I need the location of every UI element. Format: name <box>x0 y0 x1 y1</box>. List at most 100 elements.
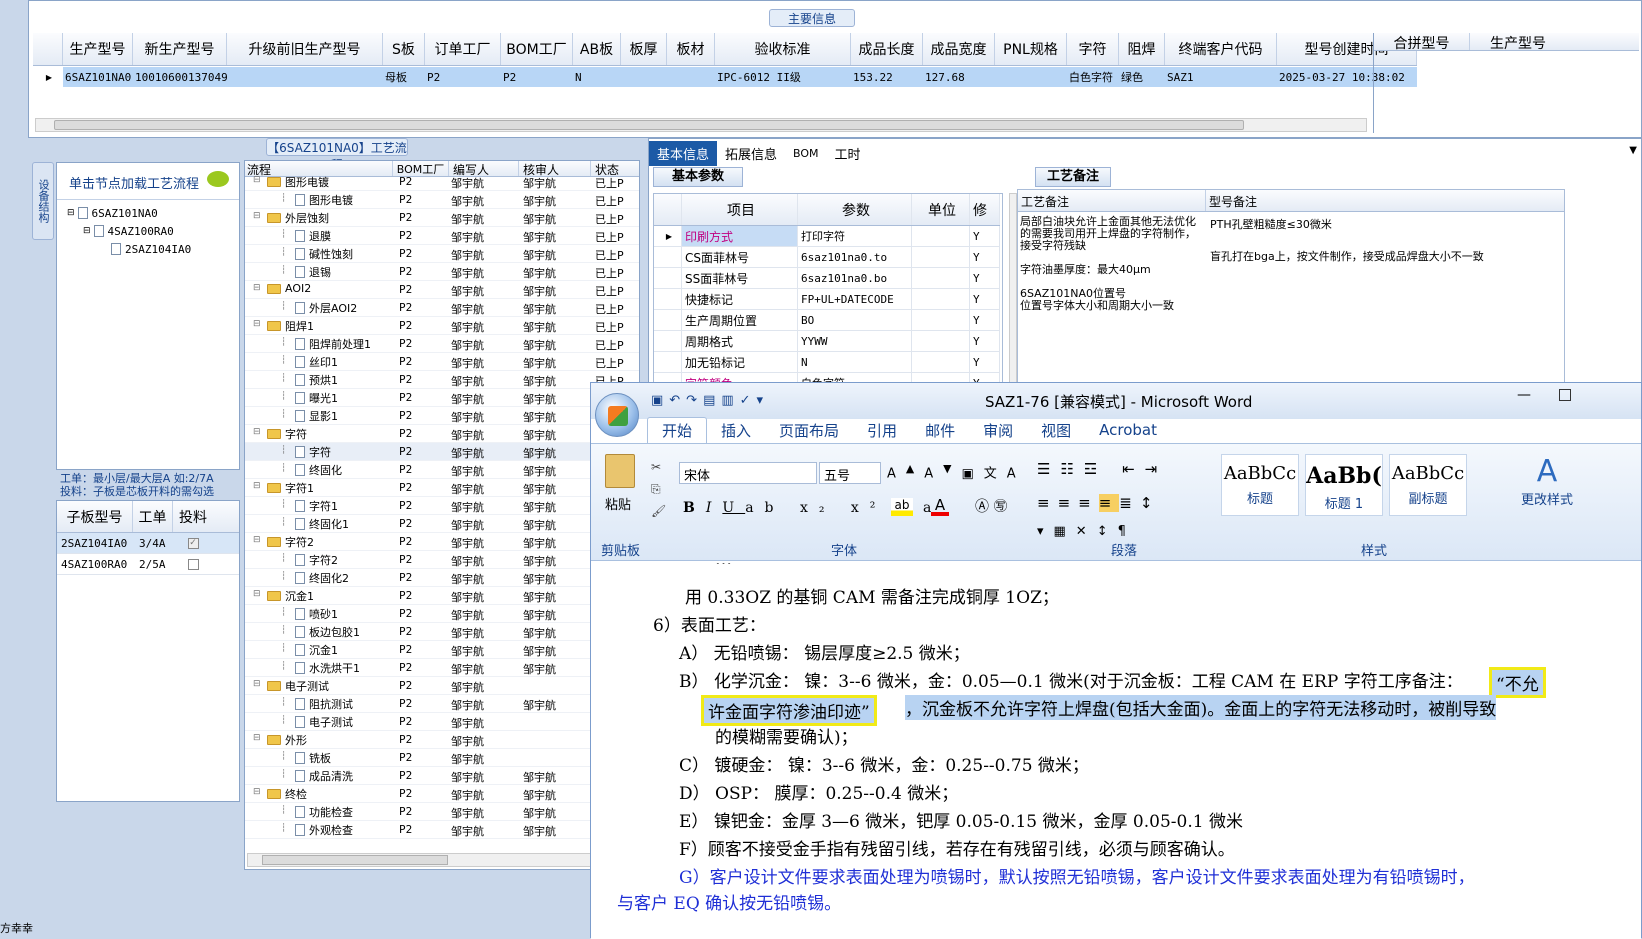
ribbon-tab[interactable]: Acrobat <box>1085 417 1171 443</box>
flow-row[interactable]: ⊟ 图形电镀 P2 邹宇航 邹宇航 已上P <box>245 173 639 191</box>
ribbon-tab[interactable]: 引用 <box>853 417 911 443</box>
flow-row[interactable]: ┆字符1P2邹宇航邹宇航已上P <box>245 497 639 515</box>
char-shading-icon[interactable]: Ⓐ ㊢ <box>975 496 1007 516</box>
column-header[interactable]: 生产型号 <box>63 33 133 65</box>
ribbon-tab[interactable]: 视图 <box>1027 417 1085 443</box>
ribbon-tab[interactable]: 页面布局 <box>765 417 853 443</box>
flow-row[interactable]: ┆预烘1P2邹宇航邹宇航已上P <box>245 371 639 389</box>
minimize-button[interactable]: — <box>1517 387 1531 403</box>
column-header[interactable]: 验收标准 <box>715 33 851 65</box>
flow-row[interactable]: ┆ 外层AOI2 P2 邹宇航 邹宇航 已上P <box>245 299 639 317</box>
grid-cell[interactable] <box>995 67 1067 87</box>
grid-cell[interactable]: 127.68 <box>923 67 995 87</box>
chevron-down-icon[interactable]: ▼ <box>1629 145 1637 156</box>
flow-row[interactable]: ⊟ 阻焊1 P2 邹宇航 邹宇航 已上P <box>245 317 639 335</box>
ribbon-tab[interactable]: 审阅 <box>969 417 1027 443</box>
column-header[interactable]: 成品宽度 <box>923 33 995 65</box>
flow-row[interactable]: ⊟电子测试P2邹宇航已上P <box>245 677 639 695</box>
grid-cell[interactable]: N <box>573 67 621 87</box>
flow-row[interactable]: ⊟字符P2邹宇航邹宇航已上P <box>245 425 639 443</box>
flow-row[interactable]: ⊟外形P2邹宇航已上P <box>245 731 639 749</box>
grid-cell[interactable] <box>667 67 715 87</box>
column-header[interactable]: 成品长度 <box>851 33 923 65</box>
grid-cell[interactable] <box>621 67 667 87</box>
flow-row[interactable]: ┆终固化1P2邹宇航邹宇航已上P <box>245 515 639 533</box>
grid-cell[interactable]: IPC-6012 II级 <box>715 67 851 87</box>
flow-hscrollbar[interactable] <box>247 853 633 867</box>
grid-cell[interactable]: P2 <box>501 67 573 87</box>
tree-node[interactable]: ⊟ 6SAZ101NA0 <box>57 204 239 222</box>
font-size-select[interactable]: 五号 <box>819 462 881 484</box>
column-header[interactable]: PNL规格 <box>995 33 1067 65</box>
column-header[interactable]: 升级前旧生产型号 <box>227 33 383 65</box>
feed-checkbox[interactable] <box>187 558 199 570</box>
ribbon-tab[interactable]: 插入 <box>707 417 765 443</box>
side-tab[interactable]: 设备结构 <box>32 162 54 240</box>
grid-cell[interactable]: P2 <box>425 67 501 87</box>
tree-node[interactable]: 2SAZ104IA0 <box>57 240 239 258</box>
quick-access-toolbar[interactable]: ▣↶↷▤▥✓▾ <box>651 393 769 408</box>
column-header[interactable]: AB板 <box>573 33 621 65</box>
flow-row[interactable]: ┆ 退膜 P2 邹宇航 邹宇航 已上P <box>245 227 639 245</box>
grid-cell[interactable]: 6SAZ101NA0 <box>63 67 133 87</box>
column-header[interactable]: 阻焊 <box>1119 33 1165 65</box>
flow-row[interactable]: ⊟字符1P2邹宇航邹宇航已上P <box>245 479 639 497</box>
grid-cell[interactable]: 母板 <box>383 67 425 87</box>
params-scrollbar[interactable] <box>1009 193 1017 383</box>
grid-cell[interactable] <box>227 67 383 87</box>
tab-bom[interactable]: BOM <box>785 144 827 163</box>
font-size-buttons[interactable]: A▲A▼▣文A <box>887 462 1026 481</box>
flow-row[interactable]: ⊟ 外层蚀刻 P2 邹宇航 邹宇航 已上P <box>245 209 639 227</box>
font-color-icon[interactable]: A <box>931 496 949 516</box>
horizontal-scrollbar[interactable] <box>35 118 1367 132</box>
tab-basic-info[interactable]: 基本信息 <box>649 141 718 166</box>
flow-row[interactable]: ┆终固化P2邹宇航邹宇航已上P <box>245 461 639 479</box>
flow-row[interactable]: ┆板边包胶1P2邹宇航邹宇航已上P <box>245 623 639 641</box>
change-style-button[interactable]: A 更改样式 <box>1513 454 1581 508</box>
flow-row[interactable]: ┆阻抗测试P2邹宇航邹宇航已上P <box>245 695 639 713</box>
column-header[interactable]: 订单工厂 <box>425 33 501 65</box>
list-buttons[interactable]: ☰☷☲ ⇤⇥ <box>1037 460 1167 478</box>
tab-extended-info[interactable]: 拓展信息 <box>717 141 785 166</box>
param-row[interactable]: SS面菲林号 6saz101na0.bo Y <box>654 268 1000 289</box>
flow-row[interactable]: ┆ 退锡 P2 邹宇航 邹宇航 已上P <box>245 263 639 281</box>
flow-row[interactable]: ┆显影1P2邹宇航邹宇航已上P <box>245 407 639 425</box>
flow-row[interactable]: ⊟沉金1P2邹宇航邹宇航已上P <box>245 587 639 605</box>
style-item[interactable]: AaBbCc 副标题 <box>1389 454 1467 516</box>
flow-row[interactable]: ⊟ AOI2 P2 邹宇航 邹宇航 已上P <box>245 281 639 299</box>
flow-row[interactable]: ┆水洗烘干1P2邹宇航邹宇航已上P <box>245 659 639 677</box>
flow-row[interactable]: ┆ 阻焊前处理1 P2 邹宇航 邹宇航 已上P <box>245 335 639 353</box>
column-header[interactable]: 板厚 <box>621 33 667 65</box>
tab-process-remark[interactable]: 工艺备注 <box>1035 167 1111 187</box>
maximize-button[interactable] <box>1559 389 1571 401</box>
grid-cell[interactable]: 153.22 <box>851 67 923 87</box>
ribbon-tab[interactable]: 邮件 <box>911 417 969 443</box>
param-row[interactable]: CS面菲林号 6saz101na0.to Y <box>654 247 1000 268</box>
flow-row[interactable]: ┆成品清洗P2邹宇航邹宇航已上P <box>245 767 639 785</box>
flow-row[interactable]: ⊟字符2P2邹宇航邹宇航已上P <box>245 533 639 551</box>
column-header[interactable]: BOM工厂 <box>501 33 573 65</box>
clipboard-tools[interactable]: ✂ ⎘ 🖌 <box>651 456 666 522</box>
flow-row[interactable]: ┆终固化2P2邹宇航邹宇航已上P <box>245 569 639 587</box>
paste-button[interactable]: 粘贴 <box>605 494 631 513</box>
subtab-basic-params[interactable]: 基本参数 <box>653 167 743 187</box>
flow-row[interactable]: ┆功能检查P2邹宇航邹宇航已上P <box>245 803 639 821</box>
param-row[interactable]: 生产周期位置 BO Y <box>654 310 1000 331</box>
grid-cell[interactable]: 10010600137049 <box>133 67 227 87</box>
office-button[interactable] <box>595 393 639 437</box>
column-header[interactable]: S板 <box>383 33 425 65</box>
grid-cell[interactable]: SAZ1 <box>1165 67 1277 87</box>
flow-row[interactable]: ┆铣板P2邹宇航已上P <box>245 749 639 767</box>
column-header[interactable]: 终端客户代码 <box>1165 33 1277 65</box>
font-name-select[interactable]: 宋体 <box>679 462 817 484</box>
ribbon-tab[interactable]: 开始 <box>647 417 708 443</box>
flow-row[interactable]: ┆曝光1P2邹宇航邹宇航已上P <box>245 389 639 407</box>
flow-row[interactable]: ┆字符P2邹宇航邹宇航已上P <box>245 443 639 461</box>
feed-checkbox[interactable]: ✓ <box>187 537 199 549</box>
paste-icon[interactable] <box>605 454 635 488</box>
style-item[interactable]: AaBb(标题 1 <box>1305 454 1383 516</box>
grid-cell[interactable]: 绿色 <box>1119 67 1165 87</box>
flow-row[interactable]: ┆ 碱性蚀刻 P2 邹宇航 邹宇航 已上P <box>245 245 639 263</box>
tree-node[interactable]: ⊟ 4SAZ100RA0 <box>57 222 239 240</box>
tab-work-hours[interactable]: 工时 <box>827 141 869 166</box>
